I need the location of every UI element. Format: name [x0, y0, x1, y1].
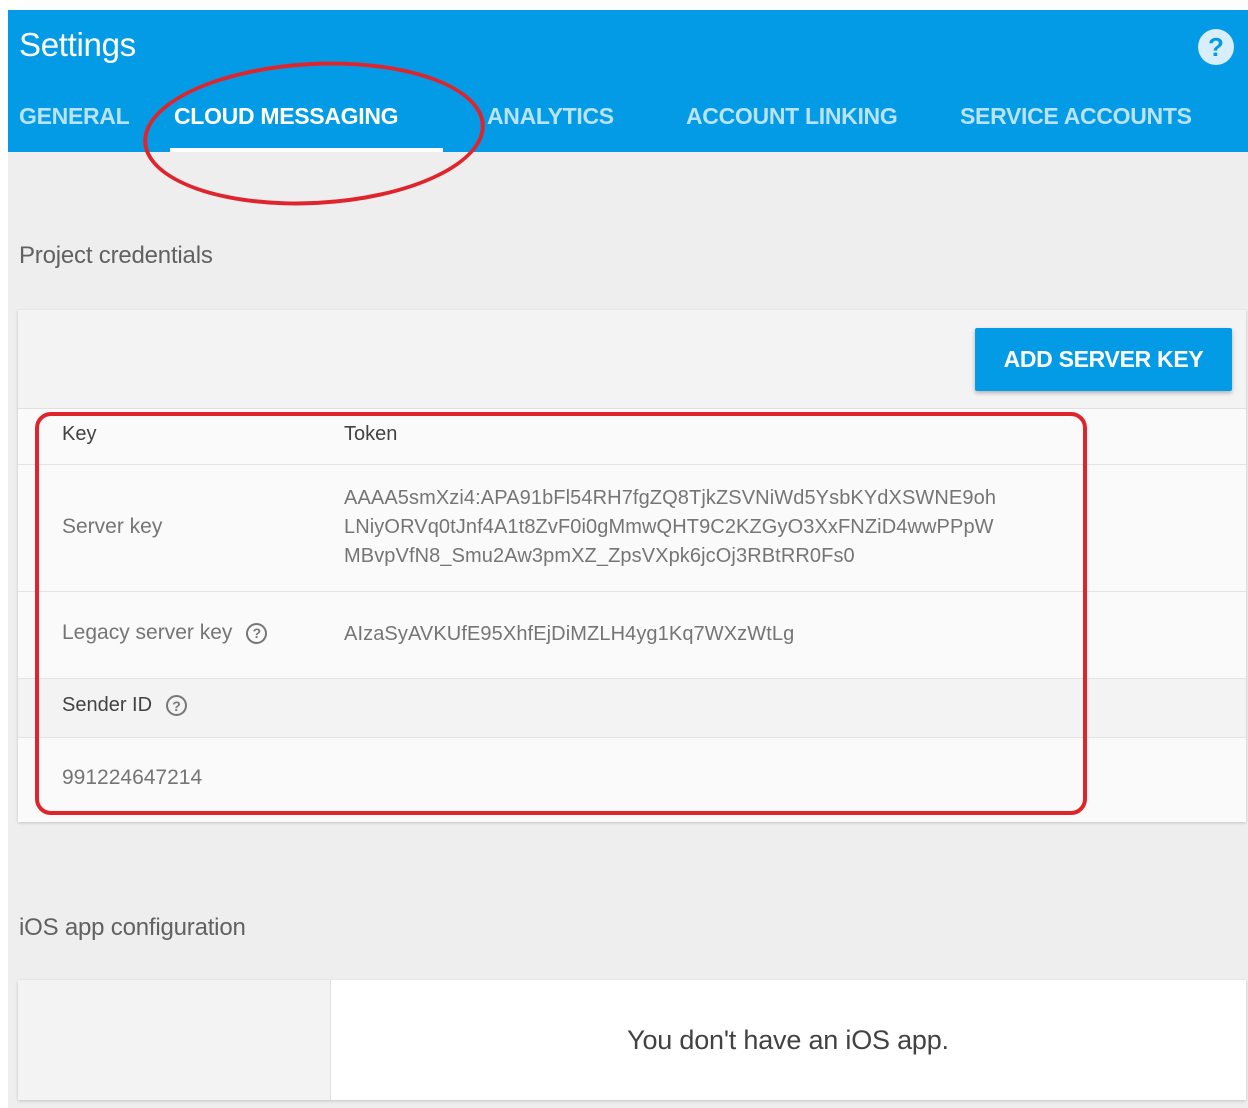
- highlight-rectangle-annotation: [35, 412, 1087, 815]
- tab-analytics[interactable]: ANALYTICS: [487, 96, 614, 152]
- help-icon[interactable]: ?: [1198, 29, 1234, 65]
- ios-empty-message: You don't have an iOS app.: [627, 1025, 949, 1055]
- settings-page: Settings ? GENERAL CLOUD MESSAGING ANALY…: [8, 10, 1248, 1108]
- ios-config-card: You don't have an iOS app.: [18, 980, 1246, 1100]
- tab-general[interactable]: GENERAL: [19, 96, 130, 152]
- page-title: Settings: [19, 26, 136, 63]
- tab-account-linking[interactable]: ACCOUNT LINKING: [686, 96, 898, 152]
- tab-service-accounts[interactable]: SERVICE ACCOUNTS: [960, 96, 1192, 152]
- credentials-toolbar: ADD SERVER KEY: [18, 310, 1246, 409]
- project-credentials-title: Project credentials: [19, 242, 213, 269]
- add-server-key-button[interactable]: ADD SERVER KEY: [975, 328, 1232, 391]
- ios-config-title: iOS app configuration: [19, 914, 246, 941]
- ios-config-sidebar: [18, 980, 331, 1100]
